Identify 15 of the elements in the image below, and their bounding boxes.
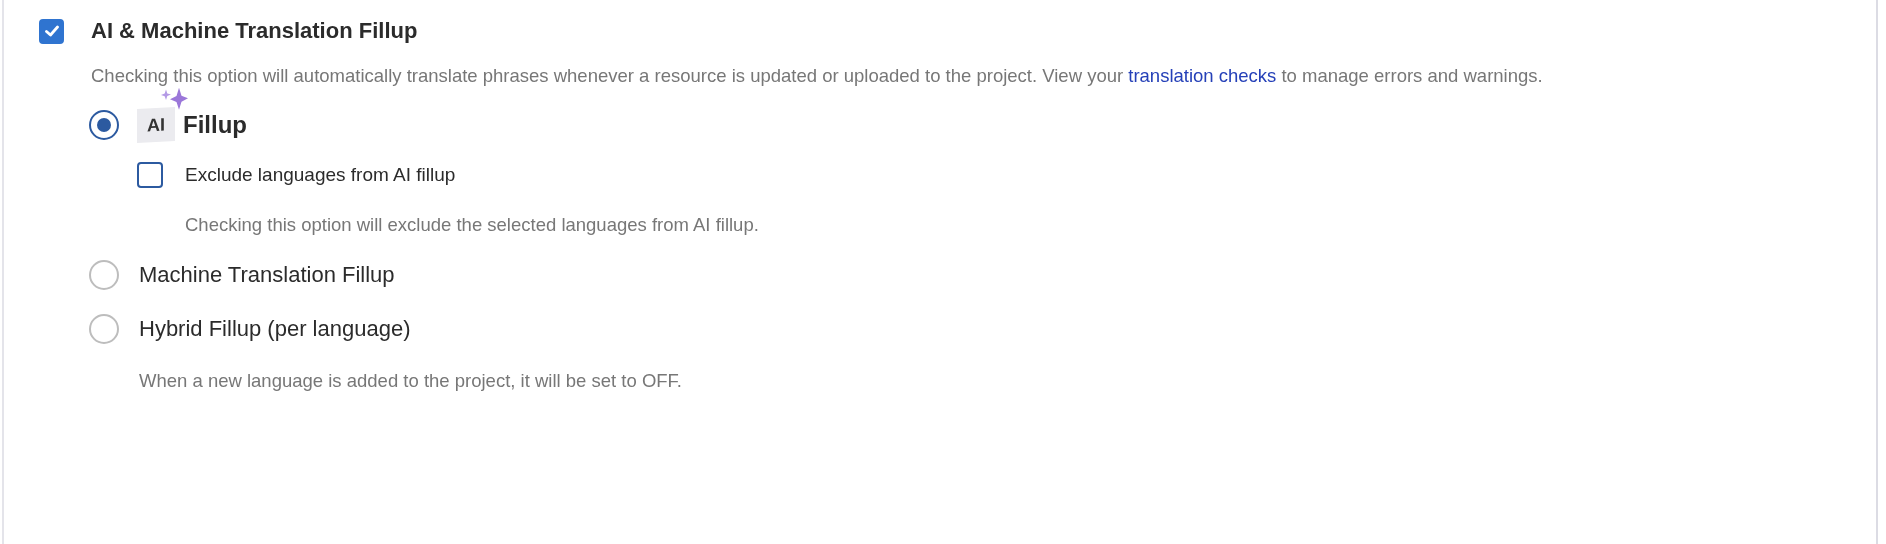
translation-checks-link[interactable]: translation checks: [1128, 65, 1277, 86]
radio-button[interactable]: [89, 314, 119, 344]
option-label: Machine Translation Fillup: [139, 262, 395, 288]
checkbox[interactable]: [137, 162, 163, 188]
checkbox[interactable]: [39, 18, 64, 44]
checkbox-label: Exclude languages from AI fillup: [185, 164, 456, 186]
radio-button[interactable]: [89, 110, 119, 140]
check-icon: [44, 25, 59, 37]
setting-title: AI & Machine Translation Fillup: [91, 18, 418, 44]
hint-text: When a new language is added to the project, it will be set to OFF.: [139, 370, 683, 392]
option-label: Fillup: [183, 111, 247, 139]
option-label: Hybrid Fillup (per language): [139, 316, 411, 342]
description-text: Checking this option will automatically translate phrases whenever a resource is updated or uploaded to the project. View your translation checks to manage errors and warnings.: [91, 64, 1544, 88]
radio-button[interactable]: [89, 260, 119, 290]
hint-text: Checking this option will exclude the selected languages from AI fillup.: [185, 214, 760, 236]
